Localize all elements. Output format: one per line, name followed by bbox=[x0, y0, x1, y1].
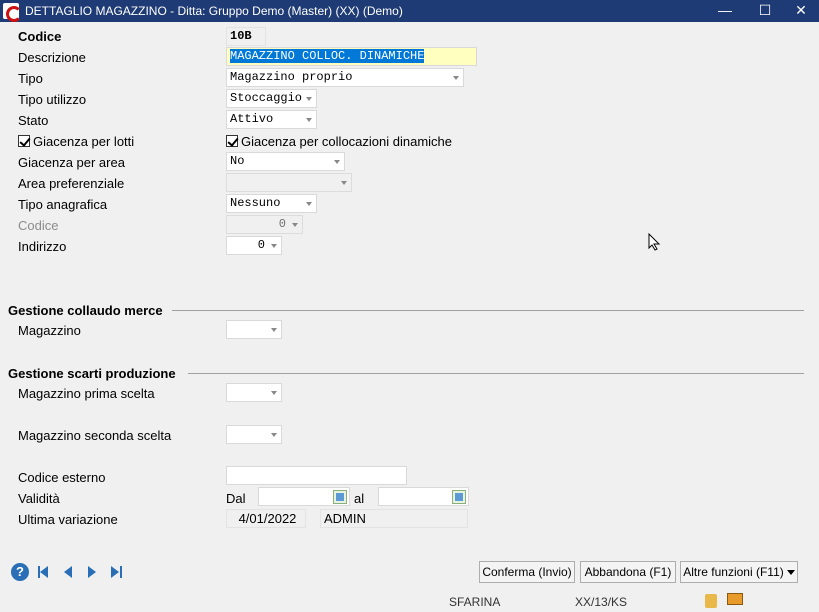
conferma-button[interactable]: Conferma (Invio) bbox=[479, 561, 575, 583]
close-icon[interactable]: ✕ bbox=[784, 0, 818, 22]
title-bar: DETTAGLIO MAGAZZINO - Ditta: Gruppo Demo… bbox=[0, 0, 819, 22]
maximize-icon[interactable]: ☐ bbox=[748, 0, 782, 22]
descrizione-value: MAGAZZINO COLLOC. DINAMICHE bbox=[230, 49, 425, 63]
collaudo-magazzino-label: Magazzino bbox=[18, 323, 81, 338]
chevron-down-icon bbox=[288, 216, 302, 233]
altre-funzioni-label: Altre funzioni (F11) bbox=[683, 565, 784, 579]
help-icon[interactable]: ? bbox=[11, 563, 29, 581]
altre-funzioni-button[interactable]: Altre funzioni (F11) bbox=[680, 561, 798, 583]
giacenza-collocazioni-checkbox[interactable]: Giacenza per collocazioni dinamiche bbox=[226, 134, 452, 149]
section-divider bbox=[172, 310, 804, 311]
dal-date-input[interactable] bbox=[258, 487, 350, 506]
chevron-down-icon[interactable] bbox=[267, 384, 281, 401]
collaudo-magazzino-select[interactable] bbox=[226, 320, 282, 339]
ultima-variazione-date: 4/01/2022 bbox=[226, 509, 306, 528]
checkbox-checked-icon[interactable] bbox=[226, 135, 238, 147]
tipo-select[interactable]: Magazzino proprio bbox=[226, 68, 464, 87]
al-label: al bbox=[354, 491, 365, 506]
giacenza-lotti-checkbox[interactable]: Giacenza per lotti bbox=[18, 134, 134, 149]
descrizione-label: Descrizione bbox=[18, 50, 86, 65]
chevron-down-icon[interactable] bbox=[330, 153, 344, 170]
first-record-icon[interactable] bbox=[36, 563, 54, 581]
tipo-value: Magazzino proprio bbox=[230, 70, 353, 84]
al-date-input[interactable] bbox=[378, 487, 469, 506]
stato-value: Attivo bbox=[230, 112, 274, 126]
chevron-down-icon[interactable] bbox=[302, 111, 316, 128]
collaudo-section-title: Gestione collaudo merce bbox=[8, 303, 163, 318]
status-user: SFARINA bbox=[449, 595, 501, 609]
indirizzo-value: 0 bbox=[257, 238, 265, 252]
codice-esterno-label: Codice esterno bbox=[18, 470, 106, 485]
codice-label: Codice bbox=[18, 29, 62, 44]
chevron-down-icon bbox=[337, 174, 351, 191]
tipo-anagrafica-select[interactable]: Nessuno bbox=[226, 194, 317, 213]
ultima-variazione-label: Ultima variazione bbox=[18, 512, 118, 527]
indirizzo-label: Indirizzo bbox=[18, 239, 67, 254]
chevron-down-icon[interactable] bbox=[302, 195, 316, 212]
ultima-variazione-user: ADMIN bbox=[320, 509, 468, 528]
codice-anagrafica-field: 0 bbox=[226, 215, 303, 234]
giacenza-area-label: Giacenza per area bbox=[18, 155, 125, 170]
codice-field: 10B bbox=[226, 27, 266, 46]
prima-scelta-label: Magazzino prima scelta bbox=[18, 386, 155, 401]
giacenza-lotti-label: Giacenza per lotti bbox=[33, 134, 135, 149]
calendar-icon[interactable] bbox=[452, 490, 466, 504]
tipo-anagrafica-value: Nessuno bbox=[230, 196, 281, 210]
tipo-anagrafica-label: Tipo anagrafica bbox=[18, 197, 108, 212]
codice-esterno-input[interactable] bbox=[226, 466, 407, 485]
app-logo-icon bbox=[3, 3, 22, 22]
giacenza-area-select[interactable]: No bbox=[226, 152, 345, 171]
tipo-utilizzo-value: Stoccaggio bbox=[230, 91, 303, 105]
descrizione-input[interactable]: MAGAZZINO COLLOC. DINAMICHE bbox=[226, 47, 477, 66]
status-code: XX/13/KS bbox=[575, 595, 628, 609]
chevron-down-icon[interactable] bbox=[267, 426, 281, 443]
tipo-utilizzo-label: Tipo utilizzo bbox=[18, 92, 87, 107]
giacenza-area-value: No bbox=[230, 154, 245, 168]
next-record-icon[interactable] bbox=[83, 563, 101, 581]
database-icon bbox=[705, 594, 717, 608]
giacenza-collocazioni-label: Giacenza per collocazioni dinamiche bbox=[241, 134, 453, 149]
validita-label: Validità bbox=[18, 491, 60, 506]
seconda-scelta-select[interactable] bbox=[226, 425, 282, 444]
stato-label: Stato bbox=[18, 113, 49, 128]
previous-record-icon[interactable] bbox=[60, 563, 78, 581]
abbandona-button[interactable]: Abbandona (F1) bbox=[580, 561, 676, 583]
indirizzo-field[interactable]: 0 bbox=[226, 236, 282, 255]
tipo-utilizzo-select[interactable]: Stoccaggio bbox=[226, 89, 317, 108]
scarti-section-title: Gestione scarti produzione bbox=[8, 366, 176, 381]
calendar-icon[interactable] bbox=[333, 490, 347, 504]
stato-select[interactable]: Attivo bbox=[226, 110, 317, 129]
dal-label: Dal bbox=[226, 491, 246, 506]
prima-scelta-select[interactable] bbox=[226, 383, 282, 402]
last-record-icon[interactable] bbox=[106, 563, 124, 581]
chevron-down-icon[interactable] bbox=[449, 69, 463, 86]
section-divider bbox=[188, 373, 804, 374]
chevron-down-icon[interactable] bbox=[267, 321, 281, 338]
area-preferenziale-select bbox=[226, 173, 352, 192]
codice-anagrafica-label: Codice bbox=[18, 218, 59, 233]
chevron-down-icon[interactable] bbox=[267, 237, 281, 254]
seconda-scelta-label: Magazzino seconda scelta bbox=[18, 428, 172, 443]
chevron-down-icon[interactable] bbox=[302, 90, 316, 107]
monitor-icon bbox=[727, 593, 743, 605]
minimize-icon[interactable]: — bbox=[708, 0, 742, 22]
codice-anagrafica-value: 0 bbox=[278, 217, 286, 231]
area-preferenziale-label: Area preferenziale bbox=[18, 176, 125, 191]
chevron-down-icon bbox=[786, 570, 795, 575]
checkbox-checked-icon[interactable] bbox=[18, 135, 30, 147]
tipo-label: Tipo bbox=[18, 71, 43, 86]
window-title: DETTAGLIO MAGAZZINO - Ditta: Gruppo Demo… bbox=[25, 4, 403, 18]
